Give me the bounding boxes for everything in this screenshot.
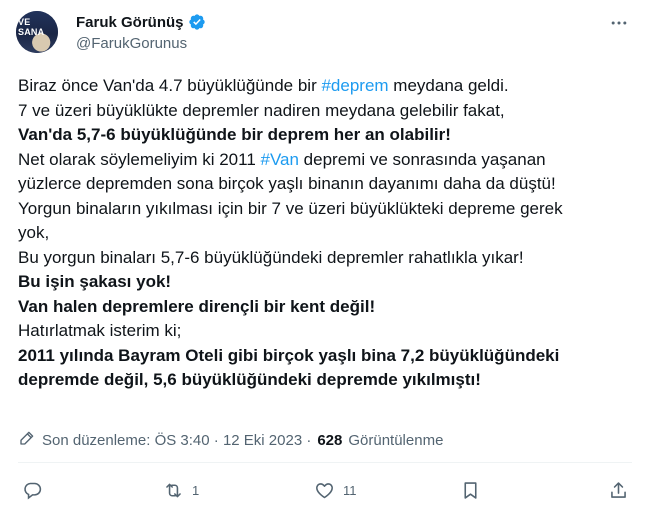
tweet-line-7: yok, [18,223,50,242]
text-segment: depremi ve sonrasında yaşanan [298,149,546,169]
like-button[interactable]: 11 [314,480,357,501]
text-segment: Biraz önce Van'da 4.7 büyüklüğünde bir [18,76,322,95]
verified-badge-icon[interactable] [188,13,206,31]
tweet-line-3: Van'da 5,7-6 büyüklüğünde bir deprem her… [18,125,451,144]
author-handle[interactable]: @FarukGorunus [76,35,187,52]
tweet-line-9: Bu işin şakası yok! [18,272,172,291]
reply-icon [24,482,42,500]
hashtag-link-deprem[interactable]: #deprem [321,76,388,95]
tweet-line-10: Van halen depremlere dirençli bir kent d… [18,296,376,316]
retweet-icon [166,483,181,498]
share-button[interactable] [608,480,637,501]
like-icon [316,483,333,499]
text-segment: meydana geldi. [388,76,509,95]
tweet-line-1: Biraz önce Van'da 4.7 büyüklüğünde bir #… [18,74,638,99]
views-label: Görüntülenme [348,431,444,449]
tweet-line-6: Yorgun binaların yıkılması için bir 7 ve… [18,198,563,218]
action-bar: 1 11 [18,480,638,508]
bookmark-button[interactable] [460,480,489,501]
tweet-line-12: 2011 yılında Bayram Oteli gibi birçok ya… [18,345,560,365]
bookmark-icon [464,482,477,499]
tweet-line-4: Net olarak söylemeliyim ki 2011 #Van dep… [18,148,638,173]
tweet-meta: Son düzenleme: ÖS 3:40 · 12 Eki 2023 · 6… [18,429,443,451]
more-icon[interactable] [608,12,630,34]
tweet-line-13: depremde değil, 5,6 büyüklüğündeki depre… [18,370,481,389]
author-display-name[interactable]: Faruk Görünüş [76,14,184,31]
edited-timestamp[interactable]: Son düzenleme: ÖS 3:40 · 12 Eki 2023 · [42,432,311,449]
hashtag-link-van[interactable]: #Van [261,150,299,169]
avatar[interactable]: VE SANA [16,11,58,53]
author-name-row: Faruk Görünüş [76,13,206,31]
share-icon [611,482,626,498]
like-count: 11 [343,483,357,498]
retweet-button[interactable]: 1 [163,480,199,501]
divider [18,462,632,463]
edit-pencil-icon[interactable] [18,429,36,451]
avatar-text: VE SANA [18,17,45,37]
tweet-line-8: Bu yorgun binaları 5,7-6 büyüklüğündeki … [18,247,524,267]
views-count: 628 [317,431,343,449]
tweet-line-5: yüzlerce depremden sona birçok yaşlı bin… [18,174,556,193]
text-segment: Net olarak söylemeliyim ki 2011 [18,149,261,169]
tweet-line-2: 7 ve üzeri büyüklükte depremler nadiren … [18,100,505,120]
retweet-count: 1 [192,483,200,498]
reply-button[interactable] [22,480,51,501]
tweet-text: Biraz önce Van'da 4.7 büyüklüğünde bir #… [18,74,638,393]
tweet-line-11: Hatırlatmak isterim ki; [18,321,182,340]
